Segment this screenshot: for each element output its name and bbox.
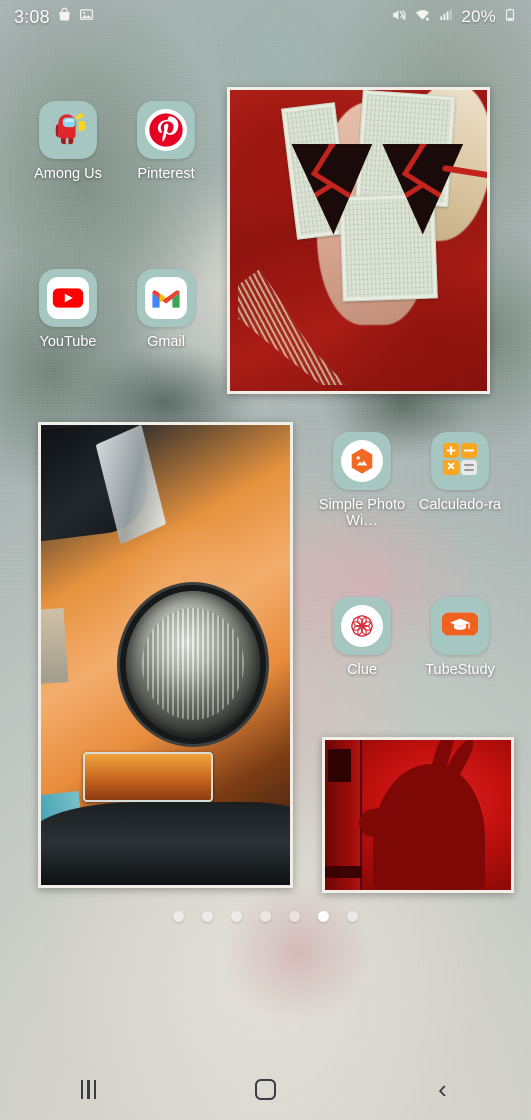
page-dot[interactable] bbox=[173, 911, 184, 922]
widget-photo-door-frame bbox=[325, 740, 363, 890]
app-clue[interactable]: Clue bbox=[318, 597, 406, 678]
widget-photo-headlight bbox=[125, 590, 261, 738]
page-dot[interactable] bbox=[289, 911, 300, 922]
clue-icon bbox=[341, 605, 383, 647]
app-tile[interactable] bbox=[39, 269, 97, 327]
widget-photo-background-wall bbox=[41, 608, 69, 684]
photo-widget-heart-glasses[interactable] bbox=[227, 87, 490, 394]
app-among-us[interactable]: Among Us bbox=[24, 101, 112, 182]
app-tile[interactable] bbox=[333, 432, 391, 490]
page-dot[interactable] bbox=[202, 911, 213, 922]
app-label: TubeStudy bbox=[425, 662, 495, 678]
app-youtube[interactable]: YouTube bbox=[24, 269, 112, 350]
page-dot-active[interactable] bbox=[318, 911, 329, 922]
gmail-icon bbox=[145, 277, 187, 319]
among-us-icon bbox=[47, 107, 89, 154]
app-label: Simple Photo Wi… bbox=[318, 497, 406, 529]
app-tile[interactable] bbox=[431, 597, 489, 655]
page-dot[interactable] bbox=[231, 911, 242, 922]
battery-percent-label: 20% bbox=[461, 7, 496, 26]
status-bar[interactable]: 3:08 20% bbox=[0, 0, 531, 34]
app-tile[interactable] bbox=[333, 597, 391, 655]
app-label: YouTube bbox=[39, 334, 97, 350]
page-indicator[interactable] bbox=[0, 911, 531, 922]
home-icon bbox=[255, 1078, 276, 1100]
widget-photo-heart-sunglasses bbox=[291, 144, 487, 235]
app-tile[interactable] bbox=[137, 101, 195, 159]
page-dot[interactable] bbox=[347, 911, 358, 922]
app-calculadora[interactable]: Calculado-ra bbox=[416, 432, 504, 513]
home-screen: 3:08 20% Among Us Pinterest YouTube Gmai… bbox=[0, 0, 531, 1120]
status-clock: 3:08 bbox=[14, 6, 50, 27]
photo-widget-orange-car[interactable] bbox=[38, 422, 293, 888]
shopping-bag-icon bbox=[57, 7, 72, 27]
app-gmail[interactable]: Gmail bbox=[122, 269, 210, 350]
widget-photo-bumper bbox=[41, 802, 290, 885]
youtube-icon bbox=[47, 277, 89, 319]
app-label: Among Us bbox=[34, 166, 102, 182]
cellular-signal-icon bbox=[438, 7, 454, 27]
simple-photo-widget-icon bbox=[341, 440, 383, 482]
tubestudy-icon bbox=[441, 610, 479, 643]
recents-button[interactable] bbox=[54, 1066, 124, 1112]
app-tile[interactable] bbox=[39, 101, 97, 159]
widget-photo-turn-signal bbox=[83, 751, 213, 803]
app-pinterest[interactable]: Pinterest bbox=[122, 101, 210, 182]
app-label: Gmail bbox=[147, 334, 185, 350]
calculator-icon bbox=[440, 439, 480, 484]
navigation-bar: ‹ bbox=[0, 1058, 531, 1120]
page-dot[interactable] bbox=[260, 911, 271, 922]
recents-icon bbox=[80, 1079, 97, 1099]
app-tile[interactable] bbox=[431, 432, 489, 490]
back-icon: ‹ bbox=[438, 1074, 447, 1104]
app-label: Calculado-ra bbox=[418, 497, 502, 513]
home-button[interactable] bbox=[231, 1066, 301, 1112]
app-tile[interactable] bbox=[137, 269, 195, 327]
app-simple-photo-widget[interactable]: Simple Photo Wi… bbox=[318, 432, 406, 529]
wifi-plus-icon bbox=[414, 7, 431, 28]
app-label: Pinterest bbox=[137, 166, 195, 182]
back-button[interactable]: ‹ bbox=[408, 1066, 478, 1112]
battery-low-icon bbox=[503, 7, 517, 27]
app-label: Clue bbox=[347, 662, 377, 678]
home-screen-content: Among Us Pinterest YouTube Gmail Simple … bbox=[0, 0, 531, 1120]
gallery-image-icon bbox=[79, 7, 94, 27]
sunglass-lens-right bbox=[382, 144, 463, 235]
pinterest-icon bbox=[145, 109, 187, 151]
sunglass-lens-left bbox=[291, 144, 373, 235]
photo-widget-red-silhouette[interactable] bbox=[322, 737, 514, 893]
app-tubestudy[interactable]: TubeStudy bbox=[416, 597, 504, 678]
mute-volume-icon bbox=[391, 7, 407, 28]
